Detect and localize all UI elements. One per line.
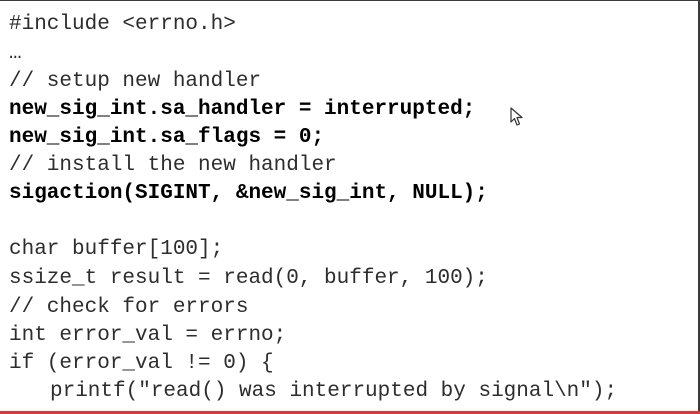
code-line-comment-setup: // setup new handler xyxy=(9,70,262,93)
code-line-sa-flags: new_sig_int.sa_flags = 0; xyxy=(9,126,325,149)
code-line-ellipsis: … xyxy=(9,42,22,65)
code-line-comment-check: // check for errors xyxy=(9,296,249,319)
code-line-sa-handler: new_sig_int.sa_handler = interrupted; xyxy=(9,98,476,121)
code-line-errno: int error_val = errno; xyxy=(9,324,287,347)
code-line-comment-install: // install the new handler xyxy=(9,154,337,177)
code-line-include: #include <errno.h> xyxy=(9,13,236,36)
code-line-printf: printf("read() was interrupted by signal… xyxy=(50,380,618,403)
code-line-sigaction: sigaction(SIGINT, &new_sig_int, NULL); xyxy=(9,182,488,205)
code-block: #include <errno.h> … // setup new handle… xyxy=(0,0,700,411)
code-line-buffer-decl: char buffer[100]; xyxy=(9,238,224,261)
code-line-if: if (error_val != 0) { xyxy=(9,352,274,375)
mouse-pointer-icon xyxy=(510,107,523,126)
code-line-read-call: ssize_t result = read(0, buffer, 100); xyxy=(9,267,488,290)
